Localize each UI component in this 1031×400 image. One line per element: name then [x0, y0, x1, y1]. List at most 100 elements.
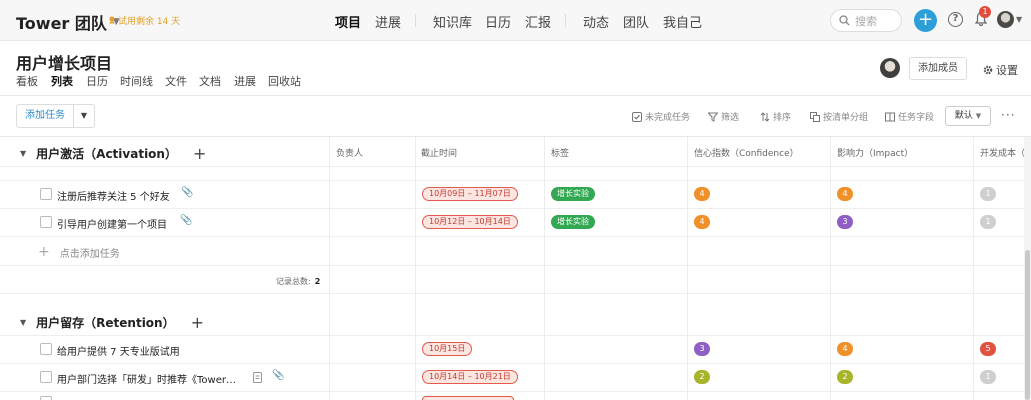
due-date-pill[interactable]: 10月14日 – 10月21日	[422, 370, 518, 384]
column-header-assignee[interactable]: 负责人	[336, 146, 363, 159]
divider	[0, 391, 1024, 392]
effort-value[interactable]: 5	[980, 342, 996, 356]
tag-pill[interactable]: 增长实验	[551, 187, 595, 201]
group-by-list-button[interactable]: 按清单分组	[810, 110, 868, 123]
group-header-activation[interactable]: ▼ 用户激活（Activation） +	[20, 144, 206, 163]
due-date-pill[interactable]	[422, 396, 514, 400]
add-member-button[interactable]: 添加成员	[909, 57, 967, 80]
effort-value[interactable]: 1	[980, 215, 996, 229]
nav-knowledge-base[interactable]: 知识库	[433, 12, 472, 31]
divider	[0, 136, 1031, 137]
nav-activity[interactable]: 动态	[583, 12, 609, 31]
incomplete-tasks-toggle[interactable]: 未完成任务	[632, 110, 690, 123]
column-header-tags[interactable]: 标签	[551, 146, 569, 159]
impact-value[interactable]: 4	[837, 187, 853, 201]
collapse-icon[interactable]: ▼	[20, 318, 26, 327]
table-row[interactable]: 用户部门选择「研发」时推荐《Tower… 📎 10月14日 – 10月21日 2…	[0, 363, 1024, 391]
tab-trash[interactable]: 回收站	[268, 73, 301, 89]
tab-calendar[interactable]: 日历	[86, 73, 108, 89]
quick-add-button[interactable]: +	[914, 9, 937, 32]
column-header-effort[interactable]: 开发成本（Eff	[980, 146, 1024, 159]
group-header-retention[interactable]: ▼ 用户留存（Retention） +	[20, 313, 204, 332]
column-header-due-date[interactable]: 截止时间	[421, 146, 457, 159]
group-title: 用户激活（Activation）	[36, 147, 177, 161]
table-row[interactable]: 引导用户创建第一个项目 📎 10月12日 – 10月14日 增长实验 4 3 1	[0, 208, 1024, 236]
add-task-dropdown-icon[interactable]: ▼	[74, 105, 94, 127]
columns-icon	[885, 112, 895, 121]
table-row[interactable]: 给用户提供 7 天专业版试用 10月15日 3 4 5	[0, 335, 1024, 363]
nav-myself[interactable]: 我自己	[663, 12, 702, 31]
search-input[interactable]: 搜索	[830, 9, 902, 32]
top-navigation-bar: Tower 团队 ▼ 试用剩余 14 天 项目 进展 知识库 日历 汇报 动态 …	[0, 0, 1031, 41]
tab-docs[interactable]: 文档	[199, 73, 221, 89]
collapse-icon[interactable]: ▼	[20, 149, 26, 158]
task-checkbox[interactable]	[40, 216, 52, 228]
nav-calendar[interactable]: 日历	[485, 12, 511, 31]
nav-progress[interactable]: 进展	[375, 12, 401, 31]
record-count-label: 记录总数:	[276, 277, 311, 286]
due-date-pill[interactable]: 10月12日 – 10月14日	[422, 215, 518, 229]
table-row[interactable]: 注册后推荐关注 5 个好友 📎 10月09日 – 11月07日 增长实验 4 4…	[0, 180, 1024, 208]
sort-button[interactable]: 排序	[760, 110, 791, 123]
task-checkbox[interactable]	[40, 396, 52, 400]
team-switcher[interactable]: Tower 团队 ▼	[16, 10, 120, 34]
caret-down-icon[interactable]: ▼	[1016, 15, 1022, 24]
add-icon[interactable]: +	[191, 313, 204, 332]
effort-value[interactable]: 1	[980, 187, 996, 201]
settings-button[interactable]: 设置	[983, 62, 1018, 78]
group-by-list-label: 按清单分组	[823, 113, 869, 123]
confidence-value[interactable]: 4	[694, 215, 710, 229]
confidence-value[interactable]: 3	[694, 342, 710, 356]
task-name[interactable]: 用户部门选择「研发」时推荐《Tower…	[57, 371, 236, 386]
nav-projects[interactable]: 项目	[335, 12, 361, 31]
impact-value[interactable]: 4	[837, 342, 853, 356]
view-preset-select[interactable]: 默认 ▼	[945, 106, 991, 126]
task-checkbox[interactable]	[40, 371, 52, 383]
impact-value[interactable]: 3	[837, 215, 853, 229]
confidence-value[interactable]: 4	[694, 187, 710, 201]
notification-badge: 1	[979, 6, 991, 18]
task-name[interactable]: 注册后推荐关注 5 个好友	[57, 188, 170, 203]
help-icon[interactable]: ?	[948, 12, 963, 27]
column-header-impact[interactable]: 影响力（Impact）	[837, 146, 913, 159]
divider	[0, 95, 1031, 96]
view-preset-label: 默认	[954, 111, 973, 121]
add-icon[interactable]: +	[193, 144, 206, 163]
nav-reports[interactable]: 汇报	[525, 12, 551, 31]
tab-list[interactable]: 列表	[51, 73, 73, 89]
task-name[interactable]: 给用户提供 7 天专业版试用	[57, 343, 180, 358]
add-task-row[interactable]: + 点击添加任务	[38, 244, 120, 260]
nav-team[interactable]: 团队	[623, 12, 649, 31]
filter-button[interactable]: 筛选	[708, 110, 739, 123]
group-icon	[810, 111, 820, 122]
column-header-confidence[interactable]: 信心指数（Confidence）	[694, 146, 799, 159]
task-fields-button[interactable]: 任务字段	[885, 110, 934, 123]
project-title: 用户增长项目	[16, 54, 113, 73]
confidence-value[interactable]: 2	[694, 370, 710, 384]
task-name[interactable]: 引导用户创建第一个项目	[57, 216, 167, 231]
effort-value[interactable]: 1	[980, 370, 996, 384]
task-checkbox[interactable]	[40, 343, 52, 355]
divider	[0, 236, 1024, 237]
tab-files[interactable]: 文件	[165, 73, 187, 89]
due-date-pill[interactable]: 10月15日	[422, 342, 473, 356]
task-fields-label: 任务字段	[898, 113, 935, 123]
sort-icon	[760, 111, 770, 122]
scrollbar-thumb[interactable]	[1025, 250, 1030, 400]
attachment-icon: 📎	[272, 370, 285, 381]
due-date-pill[interactable]: 10月09日 – 11月07日	[422, 187, 518, 201]
more-options-icon[interactable]: ···	[1001, 108, 1015, 122]
tab-board[interactable]: 看板	[16, 73, 38, 89]
divider	[0, 293, 1024, 294]
tab-progress[interactable]: 进展	[234, 73, 256, 89]
member-avatar[interactable]	[880, 58, 900, 78]
checkbox-icon	[632, 111, 642, 122]
team-name: Tower 团队	[16, 14, 107, 33]
tag-pill[interactable]: 增长实验	[551, 215, 595, 229]
add-task-button[interactable]: 添加任务	[17, 105, 74, 127]
impact-value[interactable]: 2	[837, 370, 853, 384]
tab-timeline[interactable]: 时间线	[120, 73, 153, 89]
user-avatar[interactable]	[997, 11, 1014, 28]
trial-badge[interactable]: 试用剩余 14 天	[108, 14, 180, 27]
task-checkbox[interactable]	[40, 188, 52, 200]
